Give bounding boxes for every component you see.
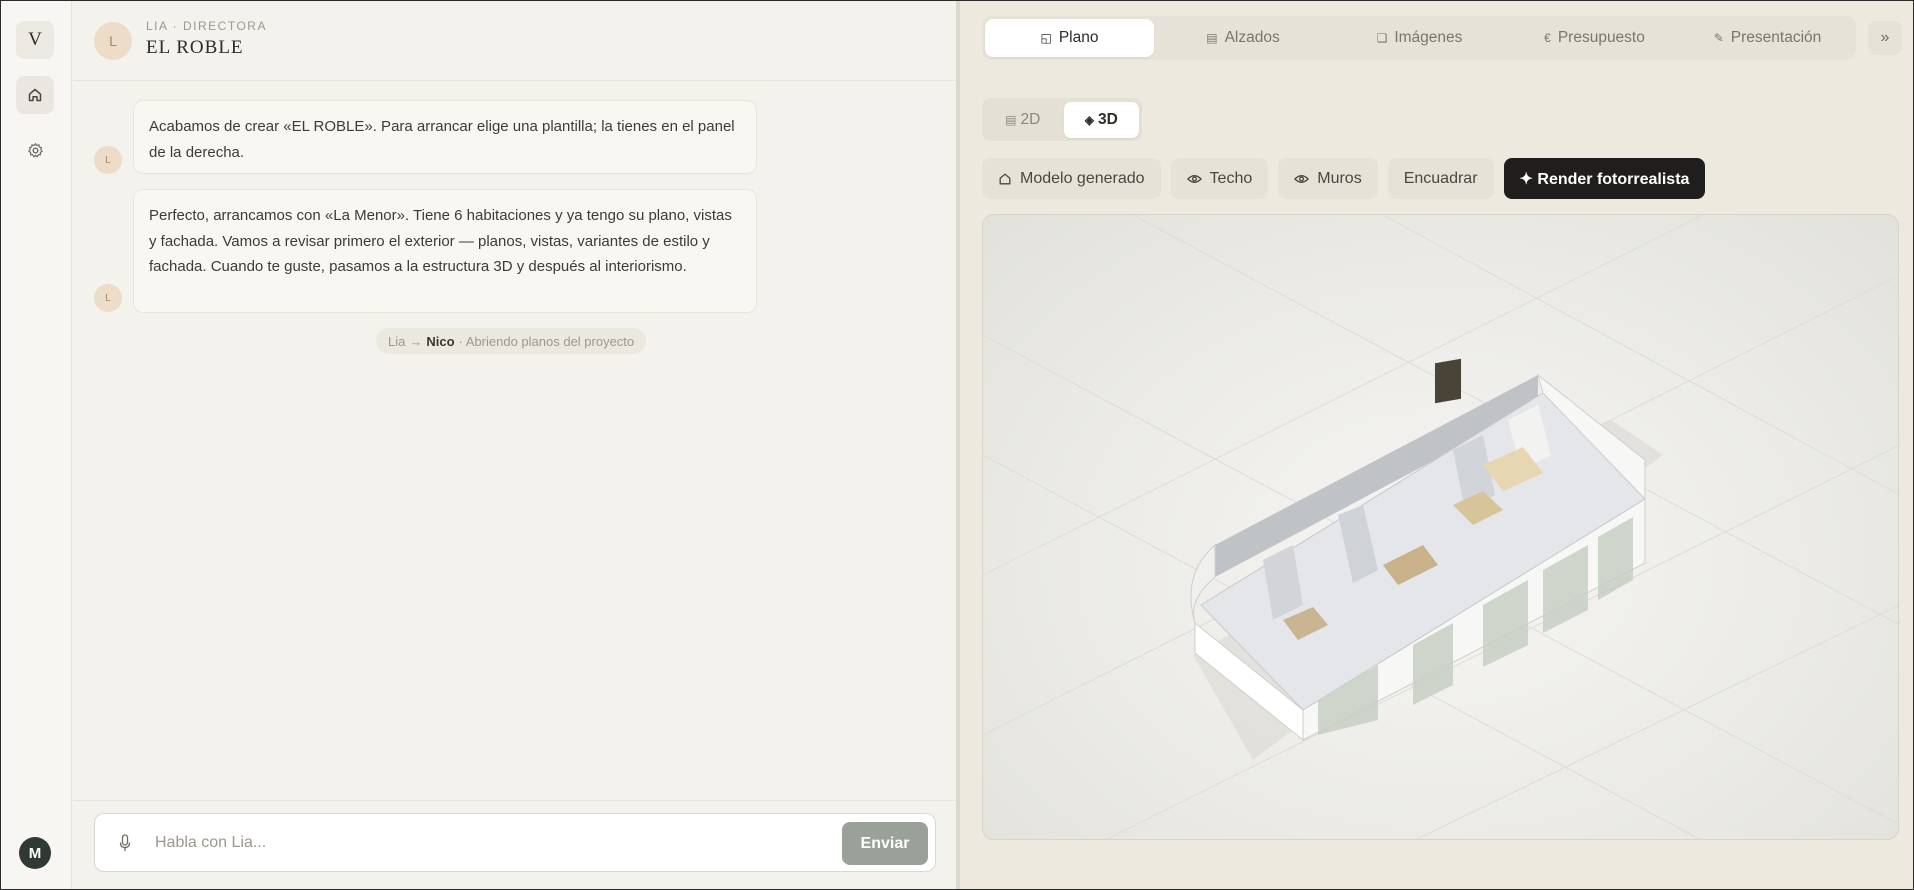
view-2d-button[interactable]: ▤ 2D bbox=[985, 102, 1061, 138]
tab-label: Presentación bbox=[1730, 29, 1822, 46]
chat-panel: L LIA · DIRECTORA EL ROBLE Acabamos de c… bbox=[73, 1, 956, 889]
3d-viewport[interactable] bbox=[982, 214, 1899, 840]
app-window: V M L LIA · DIRECTORA EL ROBLE Acabamos … bbox=[0, 0, 1914, 890]
floorplan-icon: ▤ bbox=[1005, 112, 1017, 127]
techo-label: Techo bbox=[1209, 169, 1253, 187]
tab-presentacion[interactable]: ✎ Presentación bbox=[1682, 19, 1853, 57]
cube-icon: ◈ bbox=[1084, 112, 1094, 127]
chat-composer: Enviar bbox=[94, 813, 936, 872]
workspace-panel: ◱ Plano ▤ Alzados ❏ Imágenes € Presupues… bbox=[960, 1, 1913, 889]
modelo-generado-label: Modelo generado bbox=[1020, 169, 1145, 187]
tab-plano[interactable]: ◱ Plano bbox=[985, 19, 1154, 57]
home-icon bbox=[28, 88, 42, 102]
app-logo[interactable]: V bbox=[16, 21, 54, 59]
tab-imagenes[interactable]: ❏ Imágenes bbox=[1332, 19, 1507, 57]
render-fotorrealista-button[interactable]: ✦ Render fotorrealista bbox=[1503, 158, 1706, 199]
chat-message: Acabamos de crear «EL ROBLE». Para arran… bbox=[133, 100, 757, 174]
view-3d-label: 3D bbox=[1097, 110, 1118, 128]
gear-icon bbox=[27, 142, 43, 157]
handoff-status-pill: Lia → Nico · Abriendo planos del proyect… bbox=[376, 328, 647, 354]
encuadrar-button[interactable]: Encuadrar bbox=[1387, 158, 1494, 199]
viewer-toolbar: Modelo generado Techo Muros Encuadrar ✦ … bbox=[982, 158, 1706, 199]
euro-icon: € bbox=[1544, 31, 1551, 45]
images-icon: ❏ bbox=[1376, 31, 1388, 45]
techo-toggle[interactable]: Techo bbox=[1170, 158, 1269, 199]
tab-label: Imágenes bbox=[1394, 29, 1463, 46]
message-avatar: L bbox=[94, 284, 122, 312]
muros-label: Muros bbox=[1317, 169, 1362, 187]
handoff-arrow: → bbox=[409, 333, 423, 349]
chat-input[interactable] bbox=[155, 824, 795, 862]
pen-icon: ✎ bbox=[1713, 31, 1724, 45]
house-icon bbox=[999, 173, 1011, 184]
eye-icon bbox=[1186, 174, 1202, 183]
message-avatar: L bbox=[94, 146, 122, 174]
home-button[interactable] bbox=[16, 76, 54, 114]
plan-icon: ◱ bbox=[1040, 31, 1052, 45]
tab-label: Alzados bbox=[1224, 29, 1280, 46]
handoff-from: Lia bbox=[388, 333, 406, 349]
settings-button[interactable] bbox=[16, 131, 54, 169]
tab-label: Presupuesto bbox=[1557, 29, 1645, 46]
muros-toggle[interactable]: Muros bbox=[1278, 158, 1378, 199]
modelo-generado-button[interactable]: Modelo generado bbox=[982, 158, 1161, 199]
handoff-to: Nico bbox=[426, 333, 455, 349]
view-mode-toggle: ▤ 2D ◈ 3D bbox=[982, 98, 1142, 141]
handoff-status: · Abriendo planos del proyecto bbox=[458, 333, 635, 349]
send-button[interactable]: Enviar bbox=[842, 822, 928, 865]
elevations-icon: ▤ bbox=[1206, 31, 1218, 45]
tab-presupuesto[interactable]: € Presupuesto bbox=[1507, 19, 1682, 57]
eye-icon bbox=[1294, 174, 1310, 183]
tab-alzados[interactable]: ▤ Alzados bbox=[1154, 19, 1332, 57]
view-2d-label: 2D bbox=[1020, 110, 1041, 128]
3d-house-model bbox=[983, 215, 1898, 839]
microphone-icon bbox=[119, 834, 131, 851]
double-chevron-right-icon: » bbox=[1880, 29, 1890, 46]
tab-label: Plano bbox=[1058, 29, 1099, 46]
chat-message: Perfecto, arrancamos con «La Menor». Tie… bbox=[133, 189, 757, 313]
user-avatar[interactable]: M bbox=[19, 837, 51, 869]
left-rail: V M bbox=[1, 1, 72, 889]
view-3d-button[interactable]: ◈ 3D bbox=[1063, 101, 1139, 138]
workspace-tabs: ◱ Plano ▤ Alzados ❏ Imágenes € Presupues… bbox=[982, 16, 1856, 60]
collapse-panel-button[interactable]: » bbox=[1868, 21, 1902, 55]
agent-avatar: L bbox=[94, 22, 132, 60]
chat-header: L LIA · DIRECTORA EL ROBLE bbox=[73, 1, 956, 81]
agent-role: LIA · DIRECTORA bbox=[146, 19, 267, 33]
microphone-button[interactable] bbox=[115, 832, 135, 854]
project-title: EL ROBLE bbox=[146, 37, 244, 58]
composer-divider bbox=[73, 800, 956, 801]
